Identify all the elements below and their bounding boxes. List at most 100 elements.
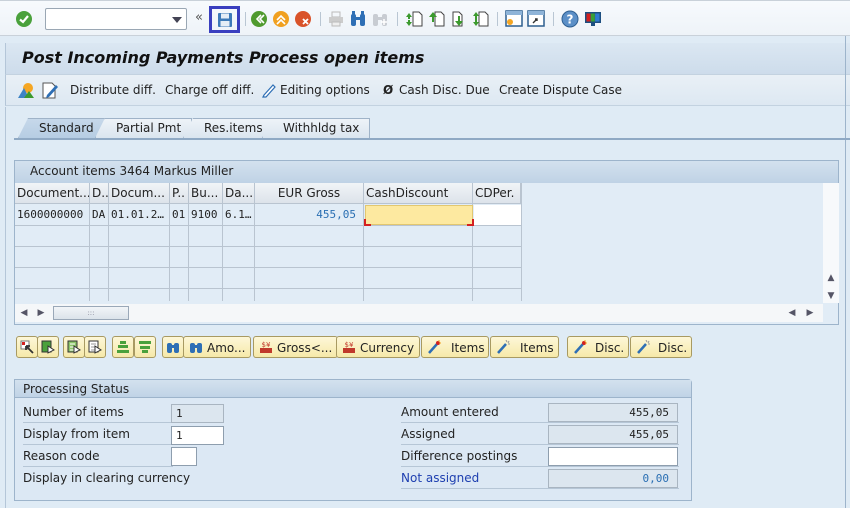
column-line bbox=[364, 183, 473, 301]
binoculars-icon bbox=[167, 343, 179, 353]
edit-document-icon[interactable] bbox=[42, 82, 58, 99]
row-line bbox=[15, 246, 522, 247]
create-dispute-case-button[interactable]: Create Dispute Case bbox=[499, 83, 622, 97]
save-icon bbox=[218, 13, 232, 27]
customize-layout-icon[interactable] bbox=[584, 10, 602, 28]
cash-disc-due-button[interactable]: Cash Disc. Due bbox=[399, 83, 490, 97]
tab-withhldg-tax[interactable]: Withhldg tax bbox=[262, 118, 371, 138]
scroll-up-icon[interactable]: ▲ bbox=[824, 271, 838, 285]
scroll-left-icon[interactable]: ◀ bbox=[17, 306, 31, 320]
deactivate-disc-wand-button[interactable]: Disc. bbox=[630, 336, 692, 358]
tab-label: Withhldg tax bbox=[283, 121, 360, 135]
tab-label: Standard bbox=[39, 121, 94, 135]
dropdown-arrow-icon[interactable] bbox=[172, 17, 182, 23]
exit-icon[interactable] bbox=[272, 10, 290, 28]
last-page-icon[interactable] bbox=[472, 10, 490, 28]
button-label: Items bbox=[451, 341, 485, 355]
svg-text:?: ? bbox=[567, 13, 574, 27]
cell-document-number[interactable]: 1600000000 bbox=[15, 204, 90, 225]
scroll-right-icon[interactable]: ▶ bbox=[803, 306, 817, 320]
title-bar: Post Incoming Payments Process open item… bbox=[5, 43, 850, 74]
no-entry-icon: Ø bbox=[383, 83, 394, 97]
tab-res-items[interactable]: Res.items bbox=[183, 118, 274, 138]
scroll-left-icon[interactable]: ◀ bbox=[785, 306, 799, 320]
previous-page-icon[interactable] bbox=[428, 10, 446, 28]
select-item-button[interactable] bbox=[16, 336, 38, 358]
first-page-icon[interactable] bbox=[405, 10, 423, 28]
pencil-icon bbox=[262, 84, 276, 98]
reason-code-label: Reason code bbox=[23, 447, 173, 467]
scroll-right-icon[interactable]: ▶ bbox=[34, 306, 48, 320]
deactivate-items-button[interactable] bbox=[84, 336, 106, 358]
amount-entered-field: 455,05 bbox=[548, 403, 678, 422]
help-icon[interactable]: ? bbox=[561, 10, 579, 28]
activate-disc-wand-button[interactable]: Disc. bbox=[567, 336, 629, 358]
assigned-field: 455,05 bbox=[548, 425, 678, 444]
distribute-diff-button[interactable]: Distribute diff. bbox=[70, 83, 156, 97]
tab-label: Res.items bbox=[204, 121, 263, 135]
toolbar-separator bbox=[553, 12, 554, 26]
cell-eur-gross[interactable]: 455,05 bbox=[255, 204, 364, 225]
back-icon[interactable] bbox=[250, 10, 268, 28]
mountain-sun-icon[interactable] bbox=[18, 82, 35, 99]
vertical-scrollbar[interactable]: ▲ ▼ bbox=[823, 183, 839, 303]
display-from-item-input[interactable]: 1 bbox=[171, 426, 224, 445]
binoculars-icon bbox=[190, 343, 202, 353]
find-icon[interactable] bbox=[349, 10, 367, 28]
expand-double-chevron-icon[interactable]: « bbox=[195, 10, 203, 25]
cancel-icon[interactable] bbox=[294, 10, 312, 28]
page-title: Post Incoming Payments Process open item… bbox=[22, 48, 425, 67]
svg-text:$¥: $¥ bbox=[262, 341, 271, 349]
editing-options-button[interactable]: Editing options bbox=[280, 83, 370, 97]
horizontal-scrollbar[interactable]: ◀ ▶ ::: ◀ ▶ bbox=[15, 304, 823, 322]
charge-off-diff-button[interactable]: Charge off diff. bbox=[165, 83, 254, 97]
find-next-icon[interactable] bbox=[371, 10, 389, 28]
column-line bbox=[170, 183, 189, 301]
button-label: Items bbox=[520, 341, 554, 355]
scroll-thumb[interactable]: ::: bbox=[53, 306, 129, 320]
deactivate-items-wand-button[interactable]: Items bbox=[490, 336, 559, 358]
search-button[interactable] bbox=[162, 336, 184, 358]
search-amount-button[interactable]: Amo... bbox=[183, 336, 252, 358]
column-line bbox=[255, 183, 364, 301]
next-page-icon[interactable] bbox=[450, 10, 468, 28]
cell-posting-key[interactable]: 01 bbox=[170, 204, 189, 225]
button-label: Currency bbox=[360, 341, 415, 355]
scroll-down-icon[interactable]: ▼ bbox=[824, 289, 838, 303]
toolbar-separator bbox=[497, 12, 498, 26]
select-all-button[interactable] bbox=[37, 336, 59, 358]
application-toolbar: Distribute diff. Charge off diff. Editin… bbox=[5, 74, 850, 106]
cell-doc-type[interactable]: DA bbox=[90, 204, 109, 225]
cell-days[interactable]: 6.1… bbox=[223, 204, 255, 225]
sort-ascending-button[interactable] bbox=[112, 336, 134, 358]
new-session-icon[interactable] bbox=[505, 10, 523, 28]
gross-net-button[interactable]: $¥ Gross<... bbox=[253, 336, 339, 358]
enter-check-icon[interactable] bbox=[15, 10, 33, 28]
not-assigned-field: 0,00 bbox=[548, 469, 678, 488]
activate-items-button[interactable] bbox=[63, 336, 85, 358]
cell-business-area[interactable]: 9100 bbox=[189, 204, 223, 225]
sort-descending-button[interactable] bbox=[134, 336, 156, 358]
column-line bbox=[189, 183, 223, 301]
cd-per-input[interactable] bbox=[474, 205, 521, 225]
column-line bbox=[473, 183, 522, 301]
processing-status-group: Processing Status Number of items 1 Disp… bbox=[14, 379, 692, 501]
magic-wand-icon bbox=[497, 340, 510, 354]
currency-exchange-icon: $¥ bbox=[343, 341, 355, 353]
cash-discount-input[interactable] bbox=[364, 205, 474, 226]
tab-partial-pmt[interactable]: Partial Pmt bbox=[95, 118, 193, 138]
tab-standard[interactable]: Standard bbox=[18, 118, 105, 138]
row-line bbox=[15, 225, 522, 226]
difference-postings-input[interactable] bbox=[548, 447, 678, 466]
toolbar-separator bbox=[245, 12, 246, 26]
toolbar-separator bbox=[397, 12, 398, 26]
print-icon[interactable] bbox=[327, 10, 345, 28]
activate-items-wand-button[interactable]: Items bbox=[421, 336, 489, 358]
create-shortcut-icon[interactable] bbox=[527, 10, 545, 28]
currency-button[interactable]: $¥ Currency bbox=[336, 336, 421, 358]
save-button[interactable] bbox=[209, 6, 240, 33]
cell-doc-date[interactable]: 01.01.2… bbox=[109, 204, 170, 225]
command-field[interactable] bbox=[45, 8, 187, 30]
select-pointer-icon bbox=[20, 340, 34, 354]
reason-code-input[interactable] bbox=[171, 447, 197, 466]
